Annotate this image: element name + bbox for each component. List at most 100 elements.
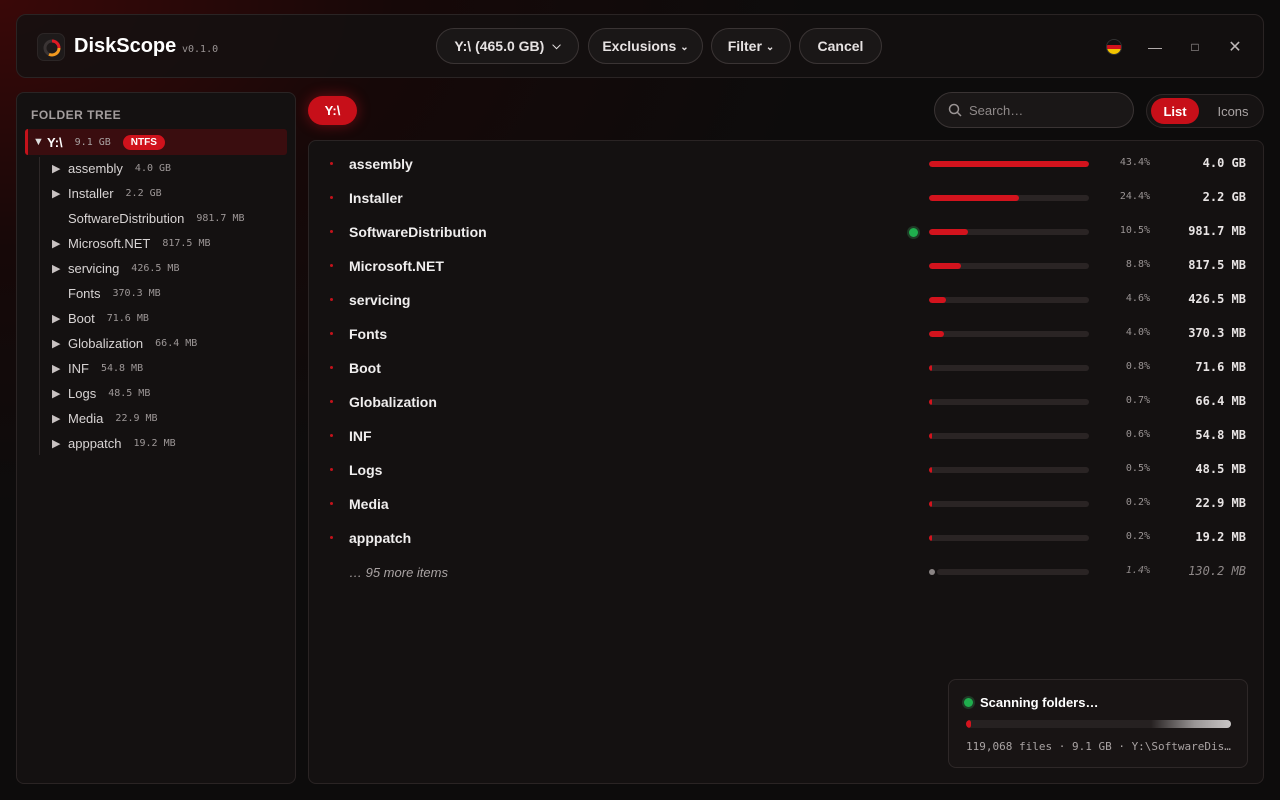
usage-bar-fill [929,501,932,507]
row-bullet [330,264,333,267]
usage-bar-fill [929,161,1089,167]
usage-bar-fill [929,297,946,303]
usage-percent: 0.2% [1125,531,1150,542]
tree-item-size: 2.2 GB [125,187,162,199]
tree-guide-line [39,157,40,455]
more-items-size: 130.2 MB [1188,564,1246,578]
folder-name: Globalization [349,394,437,410]
usage-bar [929,501,1089,507]
usage-percent: 0.8% [1125,361,1150,372]
scan-progress-fill [966,720,972,728]
drive-select[interactable]: Y:\ (465.0 GB) ⌵ [436,28,579,64]
tree-item-size: 19.2 MB [133,437,176,449]
tree-item[interactable]: ▶ Installer 2.2 GB [52,183,162,203]
scan-progress-bar [966,720,1231,728]
germany-flag-icon[interactable] [1106,39,1122,55]
collapsed-triangle-icon[interactable]: ▶ [52,412,68,425]
tree-item[interactable]: ▶ servicing 426.5 MB [52,258,179,278]
scan-info-text: 119,068 files · 9.1 GB · Y:\SoftwareDist… [966,740,1231,753]
expanded-triangle-icon[interactable]: ▼ [33,136,47,148]
collapsed-triangle-icon[interactable]: ▶ [52,187,68,200]
more-items-usage-dot [929,569,935,575]
folder-name: SoftwareDistribution [349,224,487,240]
folder-row[interactable]: assembly 43.4% 4.0 GB [309,147,1263,181]
collapsed-triangle-icon[interactable]: ▶ [52,162,68,175]
folder-name: INF [349,428,372,444]
collapsed-triangle-icon[interactable]: ▶ [52,262,68,275]
usage-bar [929,263,1089,269]
usage-bar [929,229,1089,235]
tree-item-label: apppatch [68,435,122,451]
usage-bar-fill [929,365,932,371]
tree-item[interactable]: ▶ Logs 48.5 MB [52,383,150,403]
usage-bar-fill [929,229,968,235]
more-items-usage-bar [937,569,1089,575]
tree-item-label: Media [68,410,104,426]
tree-item[interactable]: ▶ Microsoft.NET 817.5 MB [52,233,211,253]
tree-item[interactable]: ▶ Boot 71.6 MB [52,308,149,328]
filter-button[interactable]: Filter ⌄ [711,28,791,64]
usage-bar [929,365,1089,371]
tree-item-label: Logs [68,385,97,401]
search-input[interactable] [969,101,1119,119]
folder-row[interactable]: Boot 0.8% 71.6 MB [309,351,1263,385]
tree-root-item[interactable]: ▼ Y:\ 9.1 GB NTFS [25,129,287,155]
tree-item-size: 426.5 MB [131,262,180,274]
folder-row[interactable]: Microsoft.NET 8.8% 817.5 MB [309,249,1263,283]
tree-item[interactable]: ▶ Globalization 66.4 MB [52,333,197,353]
folder-name: Microsoft.NET [349,258,444,274]
usage-percent: 0.6% [1125,429,1150,440]
search-box[interactable] [934,92,1134,128]
tree-item[interactable]: ▶ Media 22.9 MB [52,408,158,428]
folder-row[interactable]: Logs 0.5% 48.5 MB [309,453,1263,487]
view-icons-button[interactable]: Icons [1207,98,1259,124]
folder-row[interactable]: Globalization 0.7% 66.4 MB [309,385,1263,419]
collapsed-triangle-icon[interactable]: ▶ [52,312,68,325]
usage-percent: 8.8% [1125,259,1150,270]
folder-row[interactable]: SoftwareDistribution 10.5% 981.7 MB [309,215,1263,249]
tree-item-label: SoftwareDistribution [68,210,185,226]
folder-size: 370.3 MB [1188,326,1246,340]
folder-row[interactable]: INF 0.6% 54.8 MB [309,419,1263,453]
usage-bar [929,331,1089,337]
view-list-button[interactable]: List [1151,98,1199,124]
folder-row[interactable]: Installer 24.4% 2.2 GB [309,181,1263,215]
cancel-button[interactable]: Cancel [799,28,882,64]
folder-row[interactable]: Media 0.2% 22.9 MB [309,487,1263,521]
collapsed-triangle-icon[interactable]: ▶ [52,437,68,450]
tree-item[interactable]: Fonts 370.3 MB [52,283,161,303]
folder-size: 981.7 MB [1188,224,1246,238]
maximize-icon[interactable]: □ [1183,35,1207,59]
tree-item[interactable]: ▶ INF 54.8 MB [52,358,143,378]
more-items-percent: 1.4% [1125,565,1150,576]
folder-name: servicing [349,292,411,308]
filter-label: Filter [727,38,762,54]
tree-item[interactable]: ▶ apppatch 19.2 MB [52,433,176,453]
folder-row[interactable]: apppatch 0.2% 19.2 MB [309,521,1263,555]
path-breadcrumb-chip[interactable]: Y:\ [308,96,357,125]
minimize-icon[interactable]: — [1143,35,1167,59]
tree-item[interactable]: ▶ assembly 4.0 GB [52,158,171,178]
chevron-down-icon: ⌄ [680,42,689,53]
row-bullet [330,366,333,369]
collapsed-triangle-icon[interactable]: ▶ [52,362,68,375]
tree-item-label: Boot [68,310,95,326]
tree-item-label: assembly [68,160,123,176]
more-items-row[interactable]: … 95 more items 1.4% 130.2 MB [309,555,1263,589]
folder-row[interactable]: servicing 4.6% 426.5 MB [309,283,1263,317]
collapsed-triangle-icon[interactable]: ▶ [52,387,68,400]
folder-row[interactable]: Fonts 4.0% 370.3 MB [309,317,1263,351]
scan-status-card: Scanning folders… 119,068 files · 9.1 GB… [948,679,1248,768]
tree-item-size: 71.6 MB [106,312,149,324]
close-icon[interactable]: ✕ [1223,35,1247,59]
tree-item[interactable]: SoftwareDistribution 981.7 MB [52,208,245,228]
folder-size: 2.2 GB [1202,190,1246,204]
row-bullet [330,162,333,165]
collapsed-triangle-icon[interactable]: ▶ [52,337,68,350]
usage-bar [929,297,1089,303]
collapsed-triangle-icon[interactable]: ▶ [52,237,68,250]
row-bullet [330,468,333,471]
exclusions-button[interactable]: Exclusions ⌄ [588,28,703,64]
usage-bar [929,467,1089,473]
usage-percent: 4.6% [1125,293,1150,304]
